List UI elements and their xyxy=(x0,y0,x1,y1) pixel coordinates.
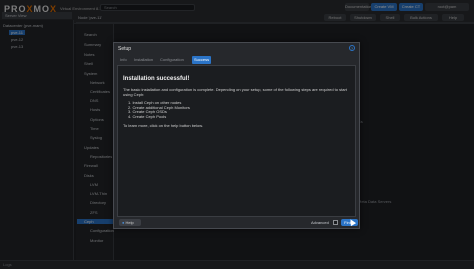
help-button[interactable]: ● Help xyxy=(119,219,141,226)
list-item: 4. Create Ceph Pools xyxy=(128,113,167,119)
steps-list: 1. Install Ceph on other nodes 2. Create… xyxy=(128,100,350,119)
tab-configuration[interactable]: Configuration xyxy=(158,56,186,64)
tab-info[interactable]: Info xyxy=(118,56,129,64)
success-panel: Installation successful! The basic insta… xyxy=(117,65,356,217)
success-heading: Installation successful! xyxy=(123,76,190,82)
dialog-title: Setup xyxy=(118,46,132,52)
intro-text: The basic installation and configuration… xyxy=(123,87,347,97)
question-icon: ● xyxy=(122,220,125,225)
dialog-footer: ● Help Advanced Finish xyxy=(117,218,358,228)
help-button-label: Help xyxy=(125,220,134,225)
setup-dialog: Setup ? Info Installation Configuration … xyxy=(113,42,360,229)
help-icon[interactable]: ? xyxy=(349,45,355,51)
advanced-checkbox[interactable] xyxy=(333,220,338,225)
outro-text: To learn more, click on the help button … xyxy=(123,123,204,128)
tab-installation[interactable]: Installation xyxy=(132,56,155,64)
tab-success[interactable]: Success xyxy=(192,56,212,64)
advanced-label: Advanced xyxy=(311,220,329,225)
